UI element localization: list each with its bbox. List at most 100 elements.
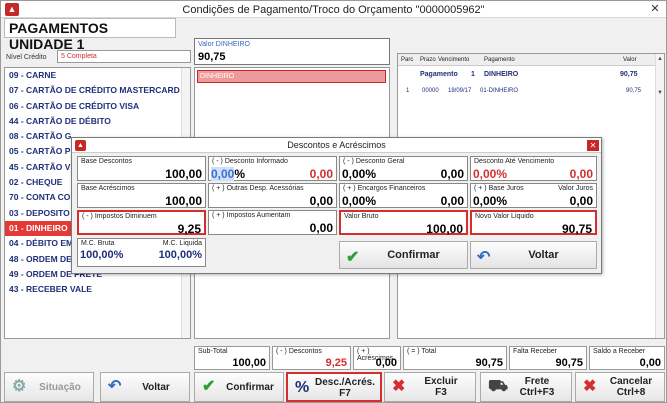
voltar-button[interactable]: ↶ Voltar <box>100 372 190 402</box>
col-pagamento: Pagamento <box>484 57 515 63</box>
excluir-button[interactable]: ✖ Excluir F3 <box>384 372 476 402</box>
cancelar-label-line1: Cancelar <box>609 376 653 387</box>
saldo-value: 0,00 <box>639 357 661 369</box>
frete-button[interactable]: ⛟ Frete Ctrl+F3 <box>480 372 572 402</box>
scrollbar[interactable]: ▲ ▼ <box>655 54 664 338</box>
list-item[interactable]: 06 - CARTÃO DE CRÉDITO VISA <box>5 99 190 114</box>
falta-receber-field: Falta Receber 90,75 <box>509 346 587 370</box>
summary-label: Pagamento <box>420 71 458 78</box>
impostos-diminuem-label: ( - ) Impostos Diminuem <box>82 213 157 220</box>
valor-bruto-label: Valor Bruto <box>344 213 379 220</box>
checkmark-icon: ✔ <box>346 249 360 266</box>
list-item[interactable]: 09 - CARNE <box>5 68 190 83</box>
margem-field: M.C. Bruta M.C. Liquida 100,00% 100,00% <box>77 238 206 267</box>
desconto-vencimento-pct: 0,00% <box>473 167 508 181</box>
falta-value: 90,75 <box>555 357 583 369</box>
base-acrescimos-field: Base Acréscimos 100,00 <box>77 183 206 208</box>
table-row[interactable]: 1 00000 18/09/17 01-DINHEIRO 90,75 <box>398 87 656 99</box>
mc-bruta-label: M.C. Bruta <box>81 240 115 247</box>
col-prazo: Prazo <box>420 57 436 63</box>
base-juros-field: ( + ) Base Juros Valor Juros 0,00% 0,00 <box>470 183 597 208</box>
nivel-credito-select[interactable]: 5 Completa <box>57 50 191 63</box>
close-icon[interactable]: ✕ <box>648 3 662 16</box>
mc-bruta-value: 100,00% <box>80 249 124 261</box>
confirmar-button[interactable]: ✔ Confirmar <box>194 372 284 402</box>
table-row-summary[interactable]: Pagamento 1 DINHEIRO 90,75 <box>398 70 656 82</box>
encargos-field: ( + ) Encargos Financeiros 0,00% 0,00 <box>339 183 468 208</box>
situacao-button[interactable]: ⚙ Situação <box>4 372 94 402</box>
desconto-informado-pct[interactable]: 0,00% <box>211 167 245 181</box>
encargos-value: 0,00 <box>440 194 464 208</box>
descontos-label: ( - ) Descontos <box>276 348 322 355</box>
desconto-informado-pct-suffix: % <box>234 167 246 181</box>
selected-method-item[interactable]: DINHEIRO <box>197 70 386 83</box>
chevron-down-icon[interactable]: ▼ <box>657 90 663 96</box>
desconto-informado-field[interactable]: ( - ) Desconto Informado 0,00% 0,00 <box>208 156 337 181</box>
cancel-x-icon: ✖ <box>583 378 597 395</box>
nivel-credito-label: Nível Crédito <box>6 54 47 61</box>
valor-bruto-value: 100,00 <box>426 222 463 236</box>
dialog-close-icon[interactable]: ✕ <box>587 140 599 151</box>
desconto-geral-pct: 0,00% <box>342 167 377 181</box>
row-pagamento: 01-DINHEIRO <box>480 88 519 94</box>
title-bar: ▲ Condições de Pagamento/Troco do Orçame… <box>1 1 666 18</box>
chevron-up-icon[interactable]: ▲ <box>657 56 663 62</box>
frete-label-line1: Frete <box>524 376 550 387</box>
desc-acres-button[interactable]: % Desc./Acrés. F7 <box>286 372 382 402</box>
page-title: PAGAMENTOS UNIDADE 1 <box>4 18 176 52</box>
list-item[interactable]: 44 - CARTÃO DE DÉBITO <box>5 114 190 129</box>
cancelar-button[interactable]: ✖ Cancelar Ctrl+8 <box>575 372 665 402</box>
total-value: 90,75 <box>475 357 503 369</box>
descontos-value: 9,25 <box>325 357 347 369</box>
base-acrescimos-value: 100,00 <box>165 194 202 208</box>
desconto-informado-pct-value[interactable]: 0,00 <box>211 167 235 181</box>
dialog-confirmar-button[interactable]: ✔ Confirmar <box>339 241 468 269</box>
row-vencimento: 18/09/17 <box>448 88 472 94</box>
outras-despesas-value[interactable]: 0,00 <box>310 194 333 208</box>
excluir-label: Excluir F3 <box>409 376 473 398</box>
dialog-voltar-button[interactable]: ↶ Voltar <box>470 241 597 269</box>
situacao-label: Situação <box>39 382 81 393</box>
outras-despesas-field[interactable]: ( + ) Outras Desp. Acessórias 0,00 <box>208 183 337 208</box>
summary-num: 1 <box>471 71 475 78</box>
excluir-label-line2: F3 <box>435 387 447 398</box>
list-item[interactable]: 43 - RECEBER VALE <box>5 282 190 297</box>
dialog-voltar-label: Voltar <box>528 249 559 261</box>
valor-input[interactable]: 90,75 <box>198 51 226 63</box>
descontos-field: ( - ) Descontos 9,25 <box>272 346 351 370</box>
falta-label: Falta Receber <box>513 348 557 355</box>
row-prazo: 00000 <box>422 88 439 94</box>
col-parc: Parc <box>401 57 414 63</box>
confirmar-label: Confirmar <box>226 382 274 393</box>
total-label: ( = ) Total <box>407 348 437 355</box>
list-item[interactable]: 07 - CARTÃO DE CRÉDITO MASTERCARD <box>5 83 190 98</box>
desconto-vencimento-field: Desconto Até Vencimento 0,00% 0,00 <box>470 156 597 181</box>
valor-field[interactable]: Valor DINHEIRO 90,75 <box>194 38 390 65</box>
impostos-diminuem-value: 9,25 <box>177 222 201 236</box>
checkmark-icon: ✔ <box>202 378 216 395</box>
desc-acres-label-line2: F7 <box>339 388 351 399</box>
base-descontos-value: 100,00 <box>165 167 202 181</box>
subtotal-field: Sub-Total 100,00 <box>194 346 270 370</box>
frete-label: Frete Ctrl+F3 <box>505 376 569 398</box>
voltar-label: Voltar <box>142 382 170 393</box>
back-arrow-icon: ↶ <box>477 249 491 266</box>
desconto-informado-value[interactable]: 0,00 <box>310 167 333 181</box>
impostos-aumentam-field: ( + ) Impostos Aumentam 0,00 <box>208 210 337 235</box>
cancelar-label-line2: Ctrl+8 <box>616 387 646 398</box>
mc-liquida-label: M.C. Liquida <box>162 240 202 247</box>
acrescimos-field: ( + ) Acréscimos 0,00 <box>353 346 401 370</box>
impostos-aumentam-label: ( + ) Impostos Aumentam <box>212 212 291 219</box>
impostos-diminuem-field: ( - ) Impostos Diminuem 9,25 <box>77 210 206 236</box>
row-parc: 1 <box>406 88 410 94</box>
desc-acres-label: Desc./Acrés. F7 <box>312 377 378 399</box>
base-acrescimos-label: Base Acréscimos <box>81 185 135 192</box>
summary-valor: 90,75 <box>620 71 638 78</box>
valor-label: Valor DINHEIRO <box>198 41 250 48</box>
base-juros-pct: 0,00% <box>473 194 508 208</box>
novo-valor-value: 90,75 <box>561 222 592 236</box>
gear-icon: ⚙ <box>12 378 27 395</box>
desconto-vencimento-label: Desconto Até Vencimento <box>474 158 555 165</box>
row-valor: 90,75 <box>626 88 642 94</box>
base-juros-label: ( + ) Base Juros <box>474 185 524 192</box>
